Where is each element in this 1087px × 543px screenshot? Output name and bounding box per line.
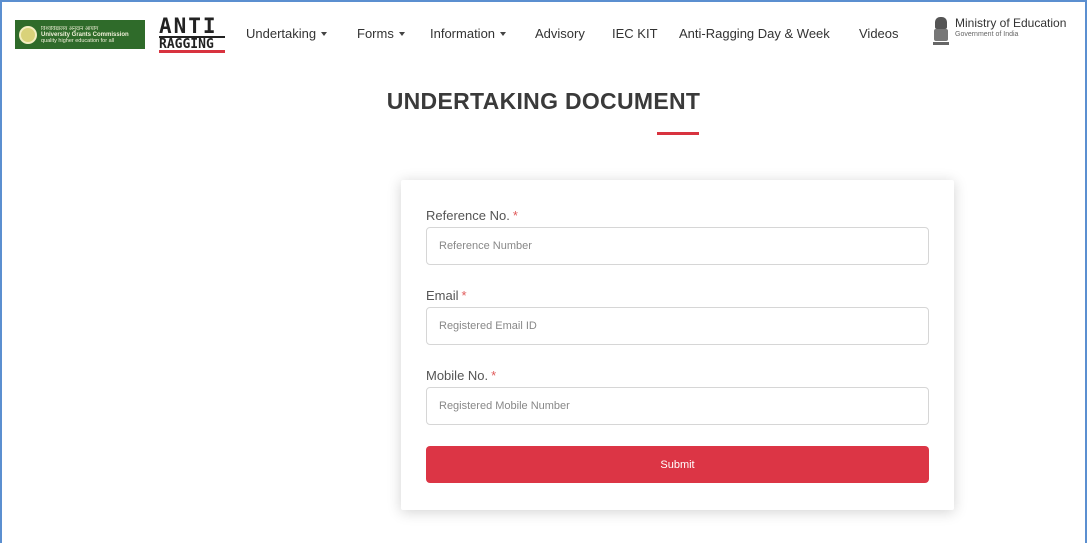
top-navbar: विश्वविद्यालय अनुदान आयोग University Gra… [2,2,1085,64]
caret-down-icon [321,31,328,36]
nav-iec-kit-label: IEC KIT [612,26,658,41]
anti-ragging-logo-top: ANTI [159,14,218,38]
reference-number-input[interactable] [426,227,929,265]
undertaking-form-card: Reference No.* Email* Mobile No.* Submit [401,180,954,510]
reference-label: Reference No. * [426,208,518,223]
anti-ragging-logo-bottom: RAGGING [159,36,225,51]
nav-forms-label: Forms [357,26,394,41]
national-emblem-icon [932,17,950,47]
nav-iec-kit[interactable]: IEC KIT [612,26,658,41]
mobile-label: Mobile No. * [426,368,497,383]
ugc-emblem-icon [19,25,37,44]
submit-button[interactable]: Submit [426,446,929,483]
required-marker: * [512,208,518,223]
anti-ragging-logo[interactable]: ANTI RAGGING [159,14,225,53]
nav-videos-label: Videos [859,26,899,41]
ugc-logo[interactable]: विश्वविद्यालय अनुदान आयोग University Gra… [15,20,145,49]
email-input[interactable] [426,307,929,345]
required-marker: * [491,368,497,383]
page-title: UNDERTAKING DOCUMENT [386,88,701,114]
nav-undertaking[interactable]: Undertaking [246,26,328,41]
email-label: Email * [426,288,467,303]
ugc-logo-name: University Grants Commission [41,31,129,38]
nav-undertaking-label: Undertaking [246,26,317,41]
nav-forms[interactable]: Forms [357,26,405,41]
mobile-number-input[interactable] [426,387,929,425]
nav-information[interactable]: Information [430,26,507,41]
caret-down-icon [398,31,405,36]
nav-advisory-label: Advisory [535,26,585,41]
nav-videos[interactable]: Videos [859,26,899,41]
caret-down-icon [500,31,507,36]
ministry-title: Ministry of Education [955,16,1067,30]
anti-ragging-logo-bar [159,50,225,53]
nav-anti-ragging-day-week[interactable]: Anti-Ragging Day & Week [679,26,830,41]
nav-advisory[interactable]: Advisory [535,26,585,41]
ministry-of-education-logo[interactable]: Ministry of Education Government of Indi… [932,17,1066,49]
ugc-logo-tagline: quality higher education for all [41,37,115,44]
nav-anti-ragging-day-week-label: Anti-Ragging Day & Week [679,26,830,41]
required-marker: * [461,288,467,303]
nav-information-label: Information [430,26,496,41]
ministry-subtitle: Government of India [955,31,1019,38]
title-underline [657,132,699,135]
